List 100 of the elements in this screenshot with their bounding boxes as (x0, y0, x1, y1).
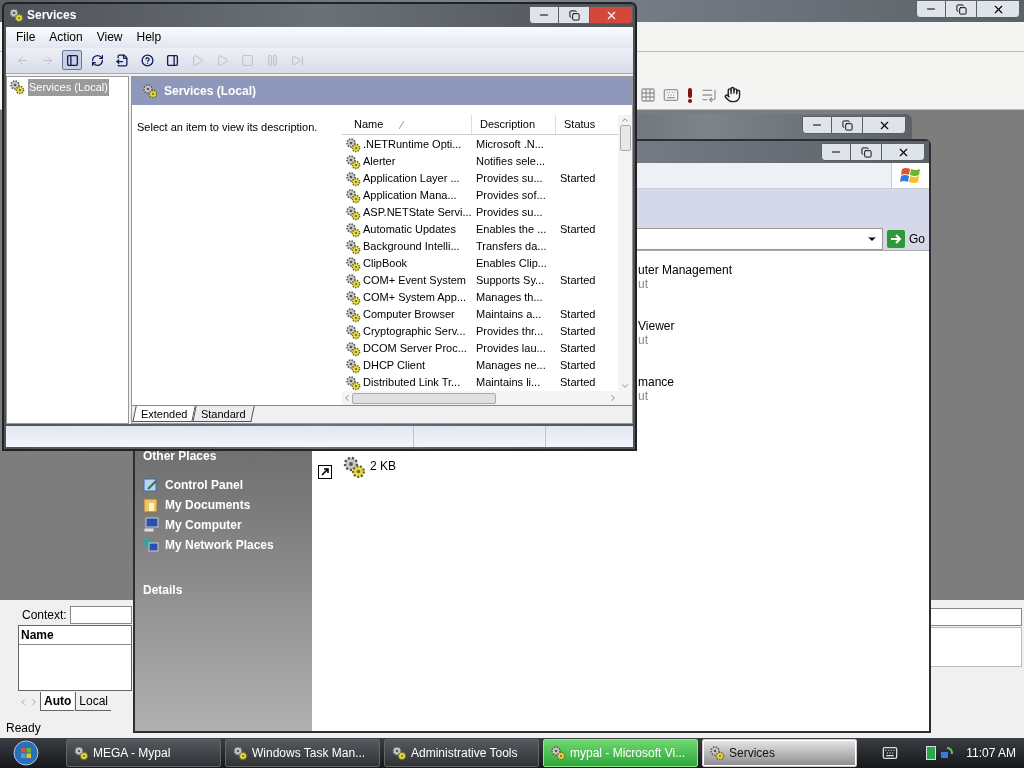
taskbar-button[interactable]: Windows Task Man... (225, 739, 380, 767)
column-header[interactable]: Name (342, 115, 472, 135)
scroll-thumb[interactable] (352, 392, 496, 404)
service-name: Distributed Link Tr... (363, 375, 461, 391)
service-name: DCOM Server Proc... (363, 341, 467, 357)
service-name: ClipBook (363, 256, 408, 272)
tab[interactable]: Standard (192, 406, 255, 423)
service-name: .NETRuntime Opti... (363, 137, 462, 153)
service-row[interactable]: DCOM Server Proc... Provides lau... Started (342, 340, 618, 358)
gear-icon (345, 272, 361, 289)
gear-icon (345, 374, 361, 391)
place-link[interactable]: Control Panel (143, 475, 312, 495)
service-row[interactable]: Application Mana... Provides sof... (342, 187, 618, 205)
service-row[interactable]: ASP.NETState Servi... Provides su... (342, 204, 618, 222)
service-status: Started (559, 324, 596, 340)
service-description: Maintains li... (475, 375, 542, 391)
gear-icon (345, 340, 361, 357)
service-row[interactable]: ClipBook Enables Clip... (342, 255, 618, 273)
hand-icon[interactable] (724, 86, 741, 103)
keyboard-icon[interactable] (882, 745, 899, 761)
restore-icon (955, 3, 967, 15)
file-name[interactable]: mance (638, 375, 929, 389)
place-link[interactable]: My Documents (143, 495, 312, 515)
menu-item[interactable]: View (94, 28, 125, 47)
minimize-button[interactable] (916, 0, 946, 18)
network-icon[interactable] (940, 746, 955, 760)
service-row[interactable]: Automatic Updates Enables the ... Started (342, 221, 618, 239)
service-row[interactable]: DHCP Client Manages ne... Started (342, 357, 618, 375)
file-type: ut (638, 389, 649, 403)
pane-title: Services (Local) (164, 83, 257, 101)
minimize-button[interactable] (821, 143, 851, 161)
tray-icon[interactable] (926, 746, 937, 760)
vertical-scrollbar[interactable] (618, 115, 632, 392)
maximize-button[interactable] (851, 143, 881, 161)
restore-icon (841, 119, 853, 131)
app-icon (709, 745, 725, 761)
close-button[interactable] (881, 143, 925, 161)
service-row[interactable]: .NETRuntime Opti... Microsoft .N... (342, 136, 618, 154)
restore-icon (860, 146, 872, 158)
service-row[interactable]: Background Intelli... Transfers da... (342, 238, 618, 256)
service-name: Application Layer ... (363, 171, 460, 187)
horizontal-scrollbar[interactable] (342, 391, 632, 406)
service-row[interactable]: COM+ Event System Supports Sy... Started (342, 272, 618, 290)
service-description: Provides thr... (475, 324, 545, 340)
service-description: Provides sof... (475, 188, 547, 204)
shortcut-gear-icon[interactable] (318, 455, 366, 479)
menu-item[interactable]: File (14, 28, 38, 47)
taskbar-button[interactable]: MEGA - Mypal (66, 739, 221, 767)
service-row[interactable]: COM+ System App... Manages th... (342, 289, 618, 307)
service-description: Enables the ... (475, 222, 548, 238)
computer-icon (143, 517, 159, 533)
service-row[interactable]: Application Layer ... Provides su... Started (342, 170, 618, 188)
close-button[interactable] (862, 116, 906, 134)
taskbar-button[interactable]: Administrative Tools (384, 739, 539, 767)
tab[interactable]: Auto (40, 692, 75, 711)
place-link[interactable]: My Computer (143, 515, 312, 535)
service-status: Started (559, 375, 596, 391)
gear-icon (345, 306, 361, 323)
gear-icon (345, 187, 361, 204)
go-button[interactable]: Go (883, 229, 929, 248)
maximize-button[interactable] (559, 6, 589, 25)
scroll-thumb[interactable] (619, 125, 631, 152)
service-status: Started (559, 273, 596, 289)
file-type: ut (638, 277, 649, 291)
service-name: DHCP Client (363, 358, 426, 374)
gear-icon (345, 289, 361, 306)
service-description: Transfers da... (475, 239, 548, 255)
service-name: Alerter (363, 154, 396, 170)
service-description: Enables Clip... (475, 256, 548, 272)
column-header: Name (19, 626, 131, 645)
tab[interactable]: Local (75, 692, 111, 711)
maximize-button[interactable] (946, 0, 976, 18)
service-name: ASP.NETState Servi... (363, 205, 472, 221)
minimize-button[interactable] (529, 6, 559, 25)
gear-icon (345, 221, 361, 238)
service-row[interactable]: Computer Browser Maintains a... Started (342, 306, 618, 324)
gear-icon (8, 7, 24, 24)
service-row[interactable]: Distributed Link Tr... Maintains li... Started (342, 374, 618, 392)
close-button[interactable] (976, 0, 1020, 18)
maximize-button[interactable] (832, 116, 862, 134)
minimize-button[interactable] (802, 116, 832, 134)
tab[interactable]: Extended (132, 406, 197, 423)
service-row[interactable]: Alerter Notifies sele... (342, 153, 618, 171)
taskbar-button[interactable]: Services (702, 739, 857, 767)
column-header[interactable]: Status (556, 115, 618, 135)
file-name[interactable]: Viewer (638, 319, 929, 333)
column-header[interactable]: Description (472, 115, 556, 135)
gear-icon (345, 238, 361, 255)
service-name: Background Intelli... (363, 239, 460, 255)
menu-item[interactable]: Help (134, 28, 164, 47)
context-field[interactable] (69, 606, 132, 624)
context-field[interactable] (930, 608, 1022, 626)
exclamation-icon[interactable] (686, 86, 694, 103)
file-name[interactable]: uter Management (638, 263, 929, 277)
menu-item[interactable]: Action (47, 28, 85, 47)
service-row[interactable]: Cryptographic Serv... Provides thr... Started (342, 323, 618, 341)
clock[interactable]: 11:07 AM (966, 744, 1016, 762)
service-name: COM+ Event System (363, 273, 466, 289)
place-link[interactable]: My Network Places (143, 535, 312, 555)
close-button[interactable] (589, 6, 633, 25)
